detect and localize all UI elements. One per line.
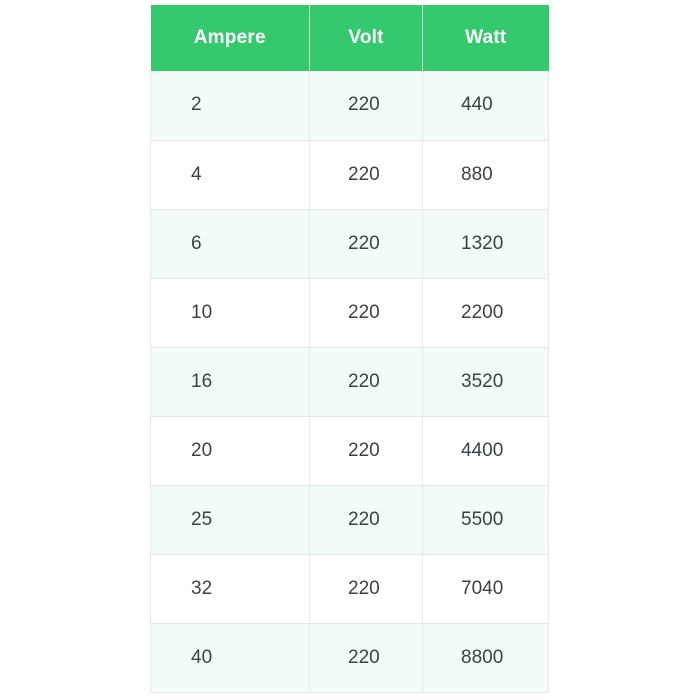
table-row: 4 220 880: [150, 140, 549, 210]
cell-ampere: 2: [150, 71, 310, 141]
table-row: 20 220 4400: [150, 416, 549, 486]
cell-ampere: 32: [150, 554, 310, 624]
table-row: 25 220 5500: [150, 485, 549, 555]
cell-volt: 220: [309, 140, 423, 210]
table-header-row: Ampere Volt Watt: [150, 5, 549, 71]
cell-ampere: 25: [150, 485, 310, 555]
cell-ampere: 40: [150, 623, 310, 693]
table-row: 6 220 1320: [150, 209, 549, 279]
cell-watt: 880: [422, 140, 549, 210]
cell-ampere: 16: [150, 347, 310, 417]
table-container: Ampere Volt Watt 2 220 440 4 220 880 6 2…: [150, 5, 549, 693]
cell-volt: 220: [309, 71, 423, 141]
cell-volt: 220: [309, 347, 423, 417]
cell-watt: 440: [422, 71, 549, 141]
cell-volt: 220: [309, 209, 423, 279]
table-row: 10 220 2200: [150, 278, 549, 348]
cell-watt: 4400: [422, 416, 549, 486]
cell-ampere: 4: [150, 140, 310, 210]
table-header: Ampere Volt Watt: [150, 5, 549, 71]
cell-volt: 220: [309, 623, 423, 693]
table-body: 2 220 440 4 220 880 6 220 1320 10 220 22…: [150, 71, 549, 693]
column-header-ampere[interactable]: Ampere: [150, 5, 310, 71]
electrical-load-table: Ampere Volt Watt 2 220 440 4 220 880 6 2…: [150, 5, 549, 693]
cell-volt: 220: [309, 416, 423, 486]
column-header-watt[interactable]: Watt: [422, 5, 549, 71]
cell-ampere: 20: [150, 416, 310, 486]
cell-watt: 5500: [422, 485, 549, 555]
cell-watt: 2200: [422, 278, 549, 348]
column-header-volt[interactable]: Volt: [309, 5, 423, 71]
cell-watt: 8800: [422, 623, 549, 693]
cell-watt: 7040: [422, 554, 549, 624]
cell-ampere: 6: [150, 209, 310, 279]
cell-ampere: 10: [150, 278, 310, 348]
page-root: Ampere Volt Watt 2 220 440 4 220 880 6 2…: [0, 0, 700, 700]
cell-watt: 1320: [422, 209, 549, 279]
cell-volt: 220: [309, 485, 423, 555]
table-row: 32 220 7040: [150, 554, 549, 624]
cell-volt: 220: [309, 554, 423, 624]
table-row: 2 220 440: [150, 71, 549, 141]
cell-watt: 3520: [422, 347, 549, 417]
table-row: 16 220 3520: [150, 347, 549, 417]
table-row: 40 220 8800: [150, 623, 549, 693]
cell-volt: 220: [309, 278, 423, 348]
